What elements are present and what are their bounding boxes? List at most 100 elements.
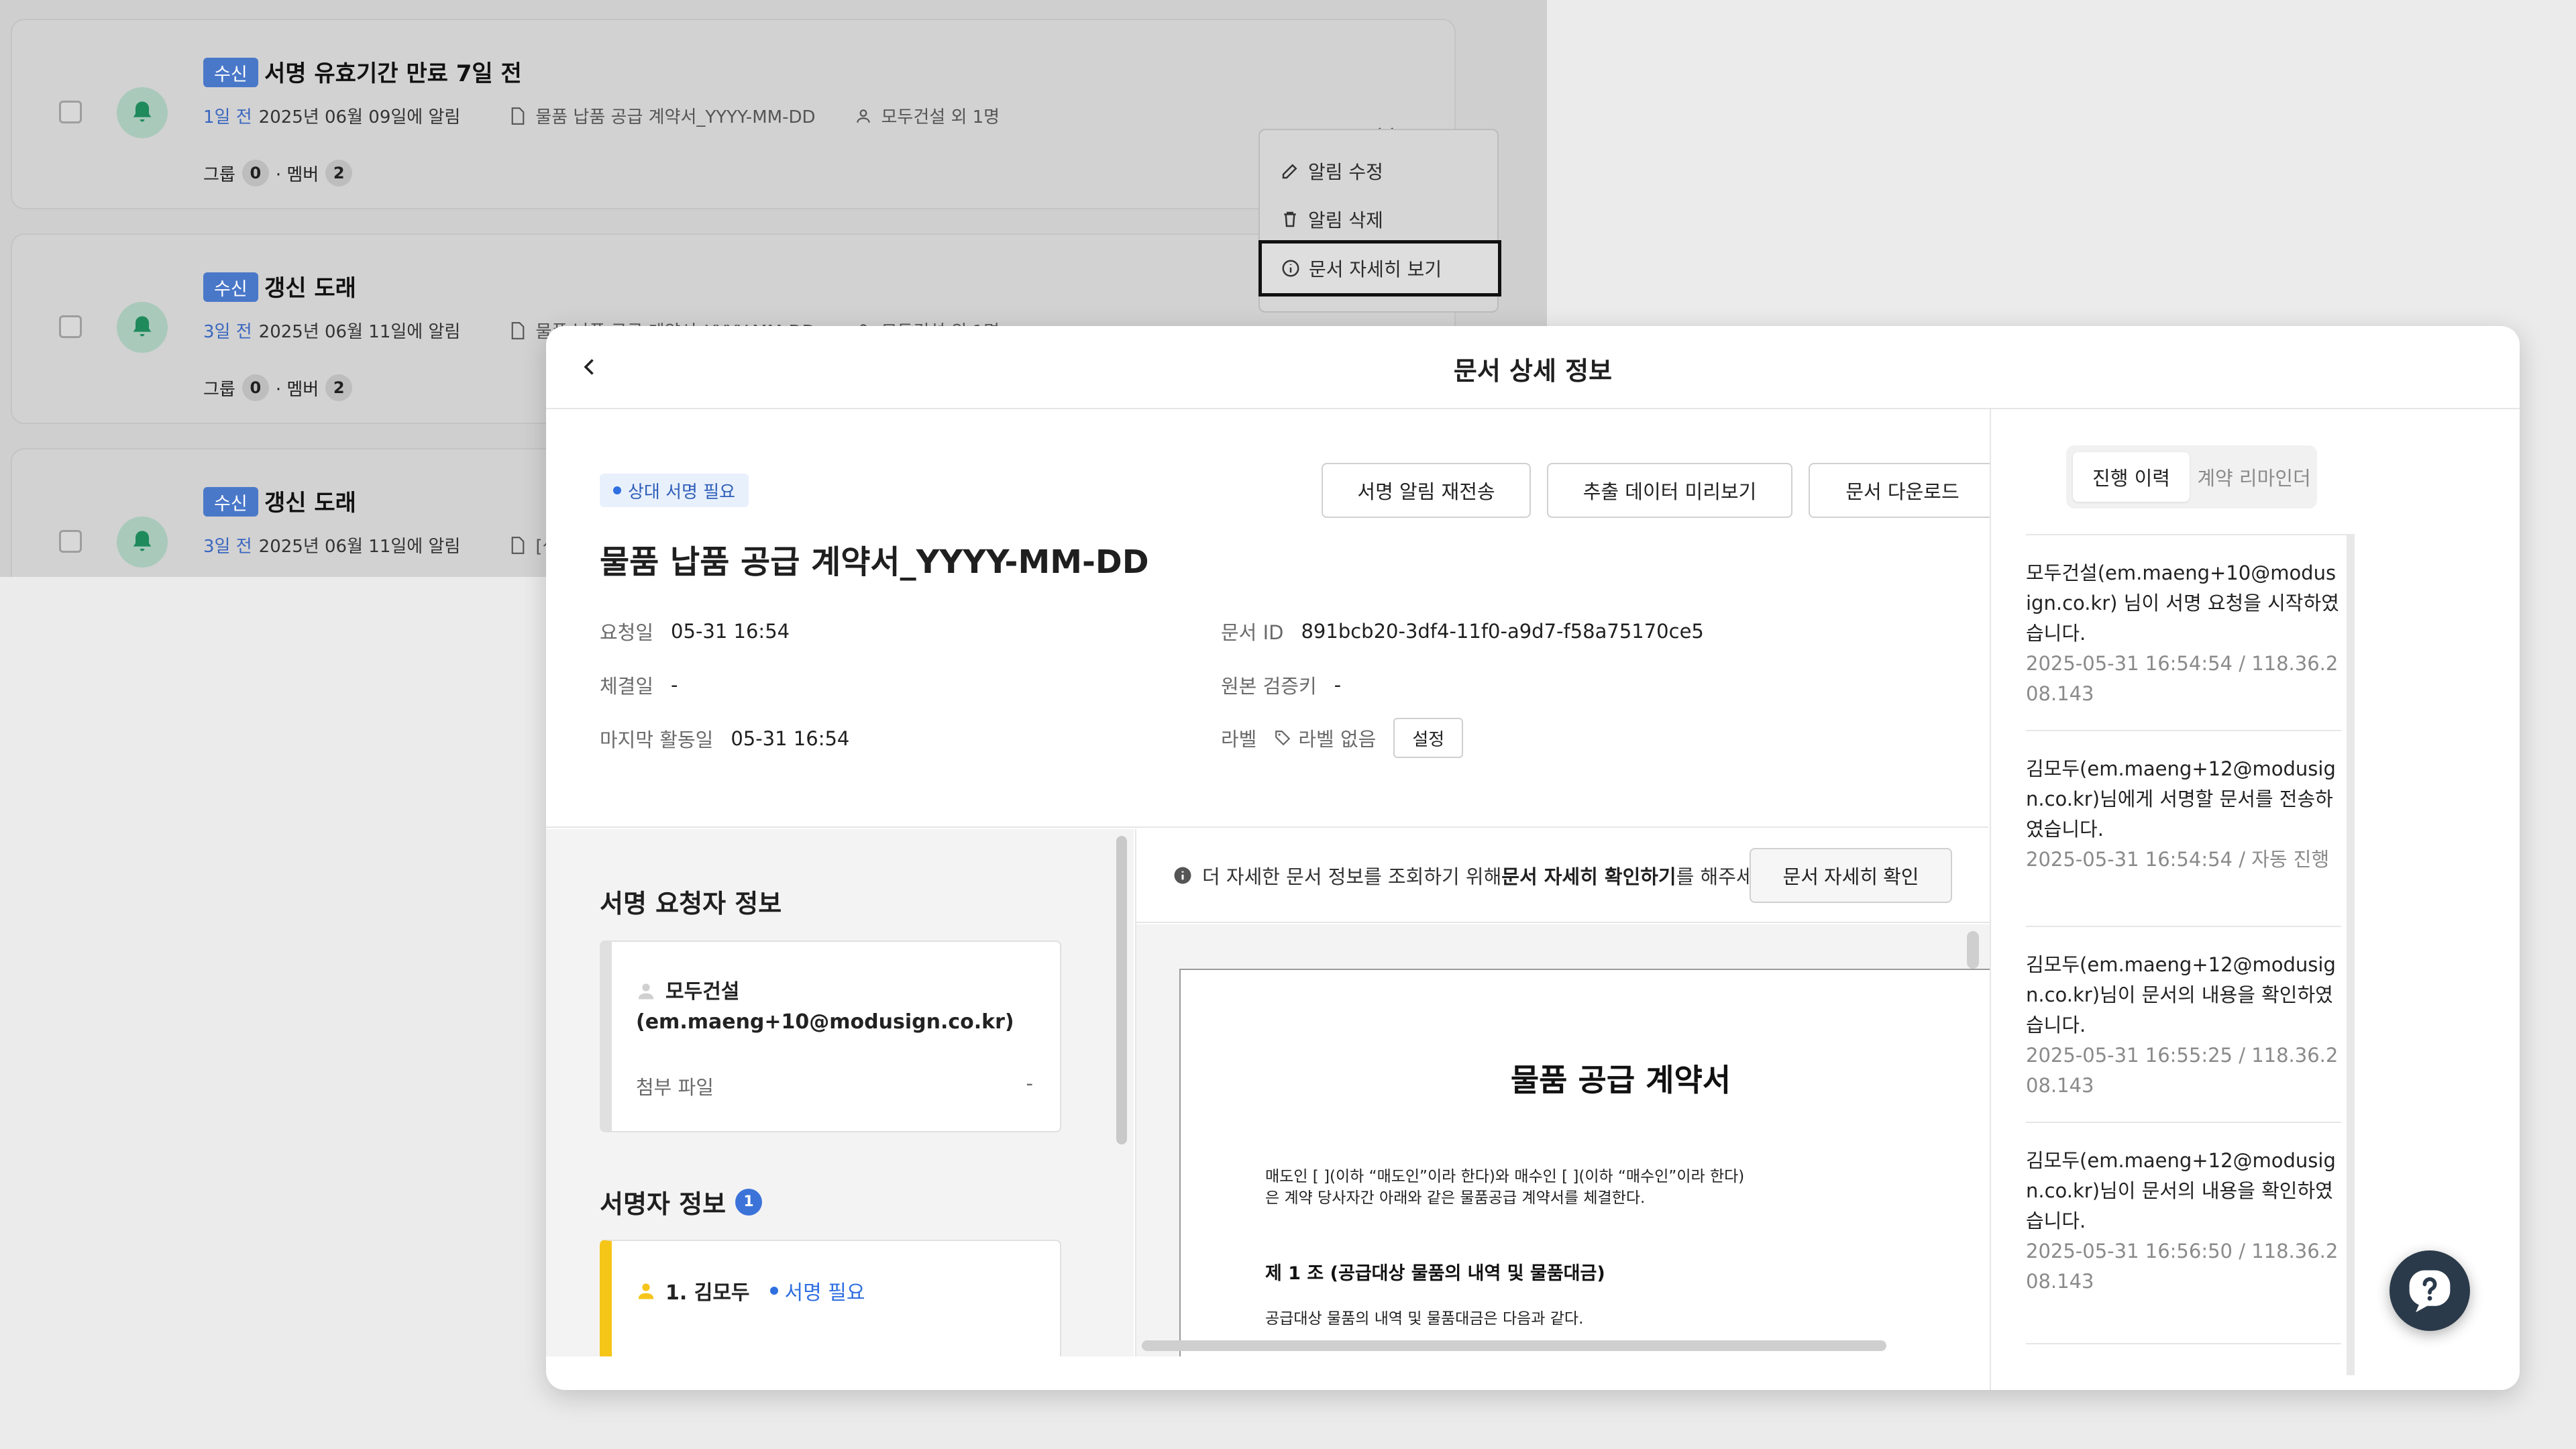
tab-progress-history[interactable]: 진행 이력	[2073, 452, 2190, 502]
document-title: 물품 납품 공급 계약서_YYYY-MM-DD	[600, 543, 1149, 581]
field-label: 마지막 활동일	[600, 729, 714, 751]
notification-meta: 3일 전 2025년 06월 11일에 알림 [샘	[203, 533, 558, 557]
row-checkbox[interactable]	[59, 101, 82, 123]
field-value: -	[671, 674, 678, 696]
history-text: 김모두(em.maeng+12@modusign.co.kr)님에게 서명할 문…	[2026, 757, 2336, 841]
history-entry: 김모두(em.maeng+12@modusign.co.kr)님이 문서의 내용…	[2026, 927, 2341, 1123]
member-count: 2	[325, 374, 353, 401]
history-text: 김모두(em.maeng+12@modusign.co.kr)님이 문서의 내용…	[2026, 953, 2336, 1036]
field-label-tag: 라벨 라벨 없음 설정	[1221, 718, 1464, 758]
tab-contract-reminder[interactable]: 계약 리마인더	[2194, 452, 2314, 502]
notify-date: 2025년 06월 11일에 알림	[258, 322, 461, 342]
tag-icon	[1275, 731, 1291, 746]
menu-item-label: 알림 수정	[1308, 161, 1383, 183]
signer-name: 1. 김모두	[665, 1281, 750, 1305]
info-icon	[1174, 867, 1191, 884]
recipients-text: 모두건설 외 1명	[881, 107, 1000, 127]
document-viewport[interactable]: 물품 공급 계약서 매도인 [ ](이하 “매도인”이라 한다)와 매수인 [ …	[1136, 924, 1990, 1356]
menu-item-delete-alert[interactable]: 알림 삭제	[1261, 196, 1496, 243]
bell-icon	[117, 87, 168, 138]
group-label: 그룹	[203, 379, 235, 400]
status-text: 상대 서명 필요	[628, 482, 736, 502]
document-detail-modal: 문서 상세 정보 상대 서명 필요 물품 납품 공급 계약서_YYYY-MM-D…	[546, 326, 2520, 1390]
group-member-counts: 그룹 0 · 멤버 2	[203, 374, 353, 401]
info-icon	[1282, 260, 1299, 277]
notification-card[interactable]: 수신 서명 유효기간 만료 7일 전 1일 전 2025년 06월 09일에 알…	[11, 19, 1456, 209]
contract-text-line: 은 계약 당사자간 아래와 같은 물품공급 계약서를 체결한다.	[1265, 1189, 1646, 1207]
field-value: 891bcb20-3df4-11f0-a9d7-f58a75170ce5	[1301, 620, 1704, 643]
field-label: 체결일	[600, 675, 654, 698]
signer-card: 1. 김모두 서명 필요	[600, 1240, 1061, 1356]
time-ago: 1일 전	[203, 107, 252, 127]
context-menu: 알림 수정 알림 삭제 문서 자세히 보기	[1258, 129, 1501, 313]
received-badge: 수신	[203, 272, 258, 302]
document-link[interactable]: 물품 납품 공급 계약서_YYYY-MM-DD	[510, 103, 816, 128]
group-count: 0	[241, 160, 269, 186]
history-entry: 김모두(em.maeng+12@modusign.co.kr)님에게 서명할 문…	[2026, 731, 2341, 927]
field-value: 05-31 16:54	[731, 727, 850, 750]
bell-icon	[117, 302, 168, 353]
field-document-id: 문서 ID 891bcb20-3df4-11f0-a9d7-f58a75170c…	[1221, 617, 1704, 645]
history-meta: 2025-05-31 16:56:50 / 118.36.208.143	[2026, 1239, 2339, 1293]
pencil-icon	[1282, 164, 1297, 179]
signer-count-badge: 1	[735, 1188, 763, 1216]
label-set-button[interactable]: 설정	[1393, 718, 1464, 758]
document-icon	[511, 321, 525, 339]
signer-status-text: 서명 필요	[784, 1281, 865, 1305]
person-icon	[856, 109, 870, 123]
received-badge: 수신	[203, 487, 258, 517]
document-icon	[511, 536, 525, 554]
signer-status: 서명 필요	[769, 1276, 865, 1305]
document-info-section: 상대 서명 필요 물품 납품 공급 계약서_YYYY-MM-DD 서명 알림 재…	[546, 409, 2070, 828]
history-meta: 2025-05-31 16:54:54 / 118.36.208.143	[2026, 651, 2339, 705]
group-count: 0	[241, 374, 269, 401]
help-chat-button[interactable]	[2390, 1250, 2470, 1331]
received-badge: 수신	[203, 58, 258, 87]
row-checkbox[interactable]	[59, 315, 82, 338]
time-ago: 3일 전	[203, 537, 252, 557]
row-checkbox[interactable]	[59, 530, 82, 553]
attachment-value: -	[1026, 1072, 1033, 1095]
notice-text: 더 자세한 문서 정보를 조회하기 위해	[1202, 865, 1502, 888]
member-count: 2	[325, 160, 353, 186]
menu-item-edit-alert[interactable]: 알림 수정	[1261, 148, 1496, 195]
status-dot	[769, 1287, 778, 1295]
status-badge: 상대 서명 필요	[600, 474, 749, 507]
document-page: 물품 공급 계약서 매도인 [ ](이하 “매도인”이라 한다)와 매수인 [ …	[1179, 969, 1990, 1356]
field-label: 요청일	[600, 621, 654, 644]
preview-extracted-data-button[interactable]: 추출 데이터 미리보기	[1547, 463, 1792, 518]
group-member-counts: 그룹 0 · 멤버 2	[203, 160, 353, 186]
requester-name-row: 모두건설 (em.maeng+10@modusign.co.kr)	[636, 977, 1038, 1037]
history-meta: 2025-05-31 16:55:25 / 118.36.208.143	[2026, 1043, 2339, 1097]
field-value: 05-31 16:54	[671, 620, 790, 643]
preview-vertical-scrollbar[interactable]	[1967, 931, 1979, 969]
document-preview-pane: 더 자세한 문서 정보를 조회하기 위해 문서 자세히 확인하기 를 해주세요. …	[1135, 829, 1990, 1356]
person-icon	[638, 1283, 654, 1299]
recipients: 모두건설 외 1명	[855, 103, 1000, 128]
history-meta: 2025-05-31 16:54:54 / 자동 진행	[2026, 847, 2330, 871]
field-signed-date: 체결일 -	[600, 671, 678, 699]
menu-item-label: 알림 삭제	[1308, 209, 1383, 231]
field-last-activity: 마지막 활동일 05-31 16:54	[600, 724, 849, 753]
history-timeline[interactable]: 모두건설(em.maeng+10@modusign.co.kr) 님이 서명 요…	[2026, 534, 2355, 1375]
menu-item-view-document-detail[interactable]: 문서 자세히 보기	[1258, 240, 1501, 297]
view-document-detail-button[interactable]: 문서 자세히 확인	[1750, 848, 1952, 903]
field-requested-date: 요청일 05-31 16:54	[600, 617, 790, 645]
menu-item-label: 문서 자세히 보기	[1309, 258, 1442, 280]
resend-sign-alert-button[interactable]: 서명 알림 재전송	[1322, 463, 1531, 518]
left-scrollbar[interactable]	[1116, 836, 1127, 1144]
field-label: 라벨	[1221, 728, 1257, 751]
download-document-button[interactable]: 문서 다운로드	[1809, 463, 1996, 518]
notification-title: 갱신 도래	[264, 490, 356, 517]
person-icon	[638, 983, 654, 1000]
preview-horizontal-scrollbar[interactable]	[1142, 1340, 1886, 1351]
history-pane: 진행 이력 계약 리마인더 모두건설(em.maeng+10@modusign.…	[1990, 409, 2520, 1390]
trash-icon	[1284, 211, 1296, 227]
history-text: 모두건설(em.maeng+10@modusign.co.kr) 님이 서명 요…	[2026, 561, 2339, 645]
notification-title: 서명 유효기간 만료 7일 전	[264, 60, 522, 87]
field-verify-key: 원본 검증키 -	[1221, 671, 1341, 699]
document-name: 물품 납품 공급 계약서_YYYY-MM-DD	[535, 107, 816, 127]
contract-text-line: 공급대상 물품의 내역 및 물품대금은 다음과 같다.	[1265, 1310, 1584, 1328]
requester-card: 모두건설 (em.maeng+10@modusign.co.kr) 첨부 파일 …	[600, 941, 1061, 1132]
history-entry: 모두건설(em.maeng+10@modusign.co.kr) 님이 서명 요…	[2026, 535, 2341, 731]
